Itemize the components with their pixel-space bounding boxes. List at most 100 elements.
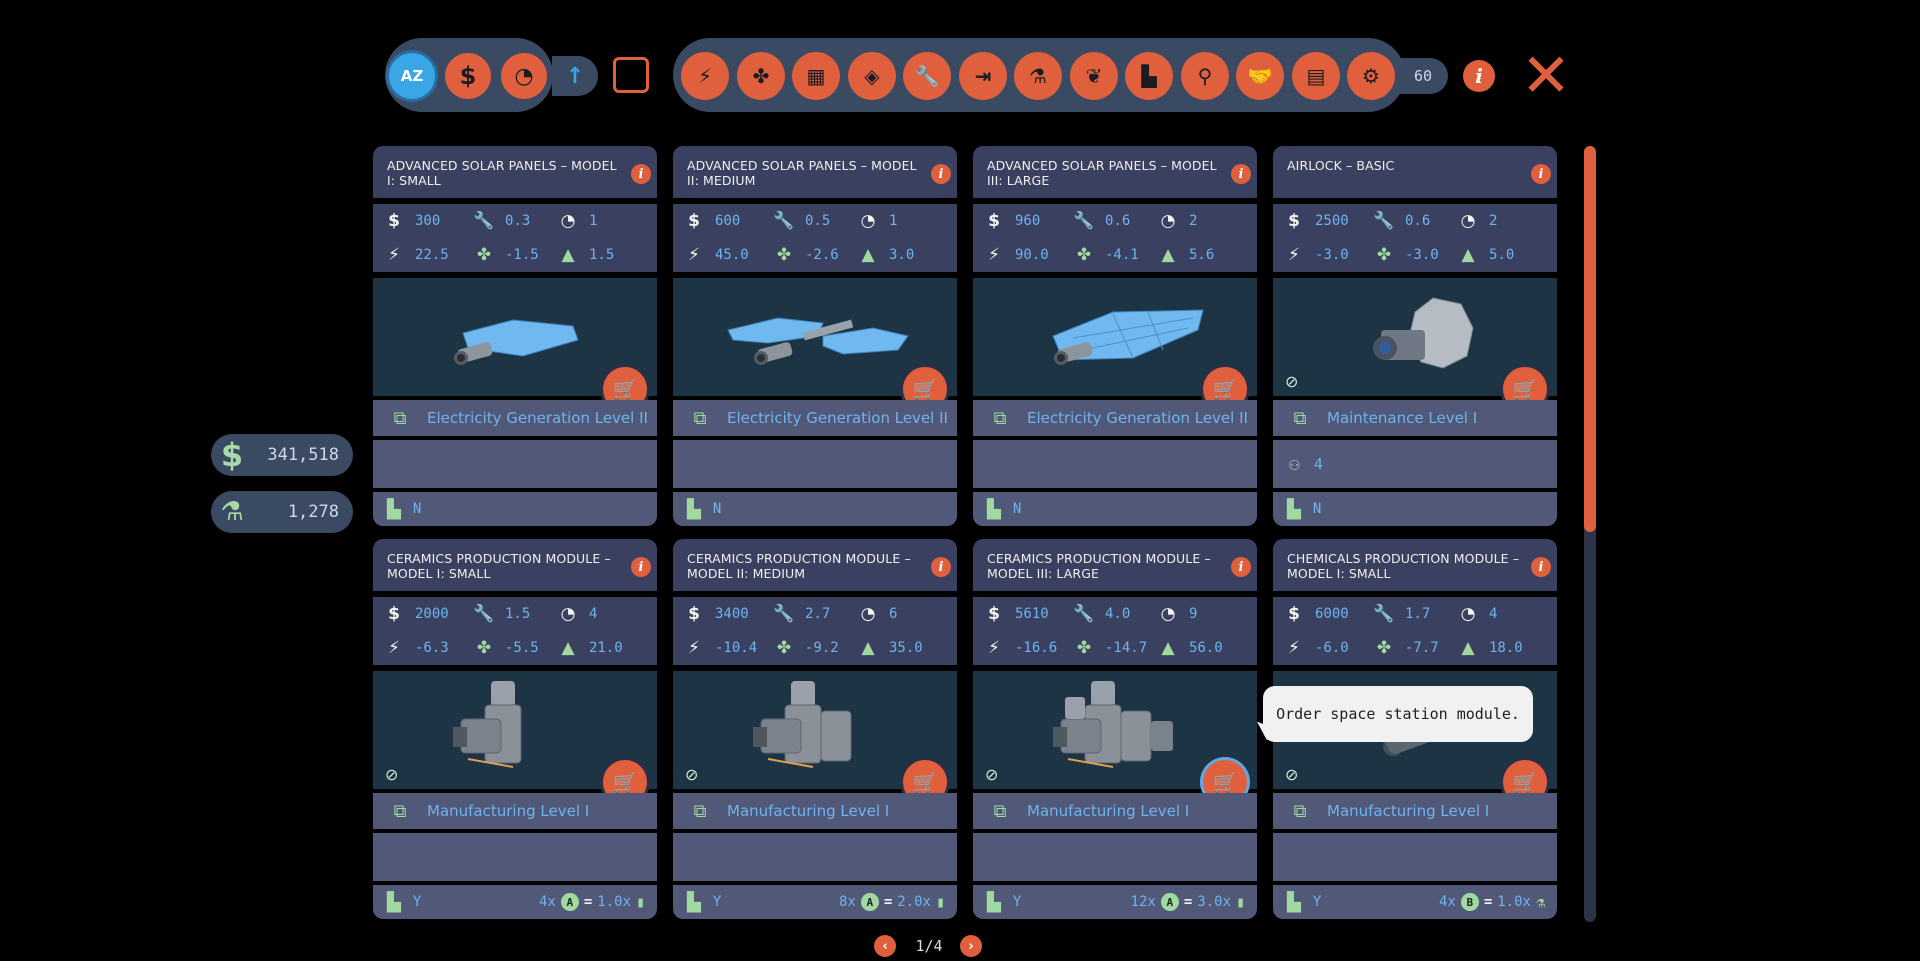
requirement-row: ⧉ Manufacturing Level I — [673, 793, 957, 829]
module-info-button[interactable]: i — [1231, 164, 1251, 184]
power-value: -16.6 — [1015, 640, 1058, 656]
maintenance-stat: 🔧 1.7 — [1371, 604, 1430, 624]
mass-value: 1.5 — [589, 247, 615, 263]
factory-icon: ▙ — [987, 891, 1001, 913]
filter-button-document[interactable]: ▤ — [1292, 52, 1340, 100]
module-info-button[interactable]: i — [931, 164, 951, 184]
module-info-button[interactable]: i — [631, 164, 651, 184]
build-time-icon: ◔ — [1160, 604, 1176, 624]
build-time-icon: ◔ — [1460, 604, 1476, 624]
help-info-button[interactable]: i — [1463, 60, 1495, 92]
research-icon: ⚲ — [1197, 64, 1213, 88]
build-time-stat: ◔ 1 — [555, 211, 598, 231]
filter-button-life-support-fan[interactable]: ✤ — [737, 52, 785, 100]
mass-value: 21.0 — [589, 640, 623, 656]
extra-info-row — [373, 440, 657, 488]
cost-stat: $300 — [381, 211, 440, 231]
module-card: ADVANCED SOLAR PANELS – MODEL III: LARGE… — [973, 146, 1257, 526]
input-quantity: 4x — [538, 894, 556, 910]
prev-page-button[interactable]: ‹ — [874, 935, 896, 957]
module-stats: $5610 🔧 4.0 ◔ 9 ⚡ -16.6 ✤ -14.7 ▲ 56.0 — [973, 597, 1257, 665]
sort-time-button[interactable]: ◔ — [501, 53, 547, 99]
factory-icon: ▙ — [1287, 891, 1301, 913]
build-time-icon: ◔ — [860, 604, 876, 624]
extra-info-row — [1273, 833, 1557, 881]
card-header: ADVANCED SOLAR PANELS – MODEL III: LARGE… — [973, 146, 1257, 198]
production-row: ▙ N — [973, 492, 1257, 526]
module-card: CERAMICS PRODUCTION MODULE – MODEL III: … — [973, 539, 1257, 919]
module-title: AIRLOCK – BASIC — [1287, 158, 1395, 173]
weight-icon: ▲ — [861, 638, 875, 658]
research-value: 1,278 — [287, 502, 339, 522]
filter-button-storage[interactable]: ▦ — [792, 52, 840, 100]
mass-stat: ▲ 5.0 — [1455, 245, 1514, 265]
trade-handshake-icon: 🤝 — [1247, 64, 1273, 88]
info-icon: i — [1475, 64, 1483, 88]
filter-button-trade-handshake[interactable]: 🤝 — [1236, 52, 1284, 100]
air-stat: ✤ -14.7 — [1071, 638, 1147, 658]
cost-value: 6000 — [1315, 606, 1349, 622]
filter-button-research[interactable]: ⚲ — [1181, 52, 1229, 100]
module-info-button[interactable]: i — [1531, 557, 1551, 577]
wrench-icon: 🔧 — [473, 211, 495, 231]
wrench-icon: 🔧 — [1073, 211, 1095, 231]
filter-button-refinery[interactable]: ⚙ — [1347, 52, 1395, 100]
mass-stat: ▲ 1.5 — [555, 245, 614, 265]
crew-capacity-icon: ⚇ — [1289, 453, 1300, 475]
fan-icon: ✤ — [1376, 638, 1392, 658]
cost-value: 3400 — [715, 606, 749, 622]
lightning-icon: ⚡ — [388, 638, 400, 658]
module-title: ADVANCED SOLAR PANELS – MODEL I: SMALL — [387, 158, 617, 188]
module-info-button[interactable]: i — [631, 557, 651, 577]
filter-button-food[interactable]: ❦ — [1070, 52, 1118, 100]
filter-button-electricity[interactable]: ⚡ — [681, 52, 729, 100]
dollar-icon: $ — [1288, 604, 1300, 624]
scrollbar-thumb[interactable] — [1584, 146, 1596, 532]
filter-button-maintenance[interactable]: 🔧 — [903, 52, 951, 100]
sort-price-button[interactable]: $ — [445, 53, 491, 99]
maintenance-stat: 🔧 2.7 — [771, 604, 830, 624]
sort-order-toggle[interactable]: ↑ — [552, 56, 598, 96]
sort-alphabetical-button[interactable]: AZ — [389, 53, 435, 99]
cost-stat: $5610 — [981, 604, 1049, 624]
card-header: CERAMICS PRODUCTION MODULE – MODEL II: M… — [673, 539, 957, 591]
shopping-cart-icon: 🛒 — [1212, 770, 1238, 794]
shopping-cart-icon: 🛒 — [612, 377, 638, 401]
factory-flag: N — [712, 501, 722, 517]
chevron-left-icon: ‹ — [882, 938, 888, 954]
storage-icon: ▦ — [806, 64, 826, 88]
filter-button-docking[interactable]: ⇥ — [959, 52, 1007, 100]
filter-button-chemistry[interactable]: ⚗ — [1014, 52, 1062, 100]
build-time-icon: ◔ — [1460, 211, 1476, 231]
tech-tree-icon: ⧉ — [393, 800, 407, 822]
gauge-icon: ⊘ — [1285, 765, 1299, 784]
chemistry-icon: ⚗ — [1029, 64, 1047, 88]
power-stat: ⚡ 45.0 — [681, 245, 749, 265]
shopping-cart-icon: 🛒 — [912, 377, 938, 401]
filter-button-manufacturing[interactable]: ▙ — [1125, 52, 1173, 100]
build-time-value: 1 — [889, 213, 898, 229]
page-indicator: 1/4 — [915, 937, 943, 955]
next-page-button[interactable]: › — [960, 935, 982, 957]
air-stat: ✤ -2.6 — [771, 245, 839, 265]
lightning-icon: ⚡ — [688, 638, 700, 658]
fan-icon: ✤ — [476, 245, 492, 265]
factory-flag: Y — [1012, 894, 1022, 910]
tech-tree-icon: ⧉ — [393, 407, 407, 429]
build-time-value: 4 — [1489, 606, 1498, 622]
build-time-stat: ◔ 1 — [855, 211, 898, 231]
close-button[interactable]: ✕ — [1518, 46, 1574, 106]
module-info-button[interactable]: i — [1231, 557, 1251, 577]
filter-checkbox[interactable] — [613, 57, 649, 93]
mass-value: 3.0 — [889, 247, 915, 263]
lightning-icon: ⚡ — [1288, 638, 1300, 658]
cost-value: 2500 — [1315, 213, 1349, 229]
maintenance-icon: 🔧 — [914, 64, 940, 88]
filter-button-crew-quarters[interactable]: ◈ — [848, 52, 896, 100]
module-info-button[interactable]: i — [931, 557, 951, 577]
module-card: CERAMICS PRODUCTION MODULE – MODEL II: M… — [673, 539, 957, 919]
weight-icon: ▲ — [561, 245, 575, 265]
module-info-button[interactable]: i — [1531, 164, 1551, 184]
mass-value: 18.0 — [1489, 640, 1523, 656]
bottle-icon: ▮ — [1235, 893, 1245, 911]
